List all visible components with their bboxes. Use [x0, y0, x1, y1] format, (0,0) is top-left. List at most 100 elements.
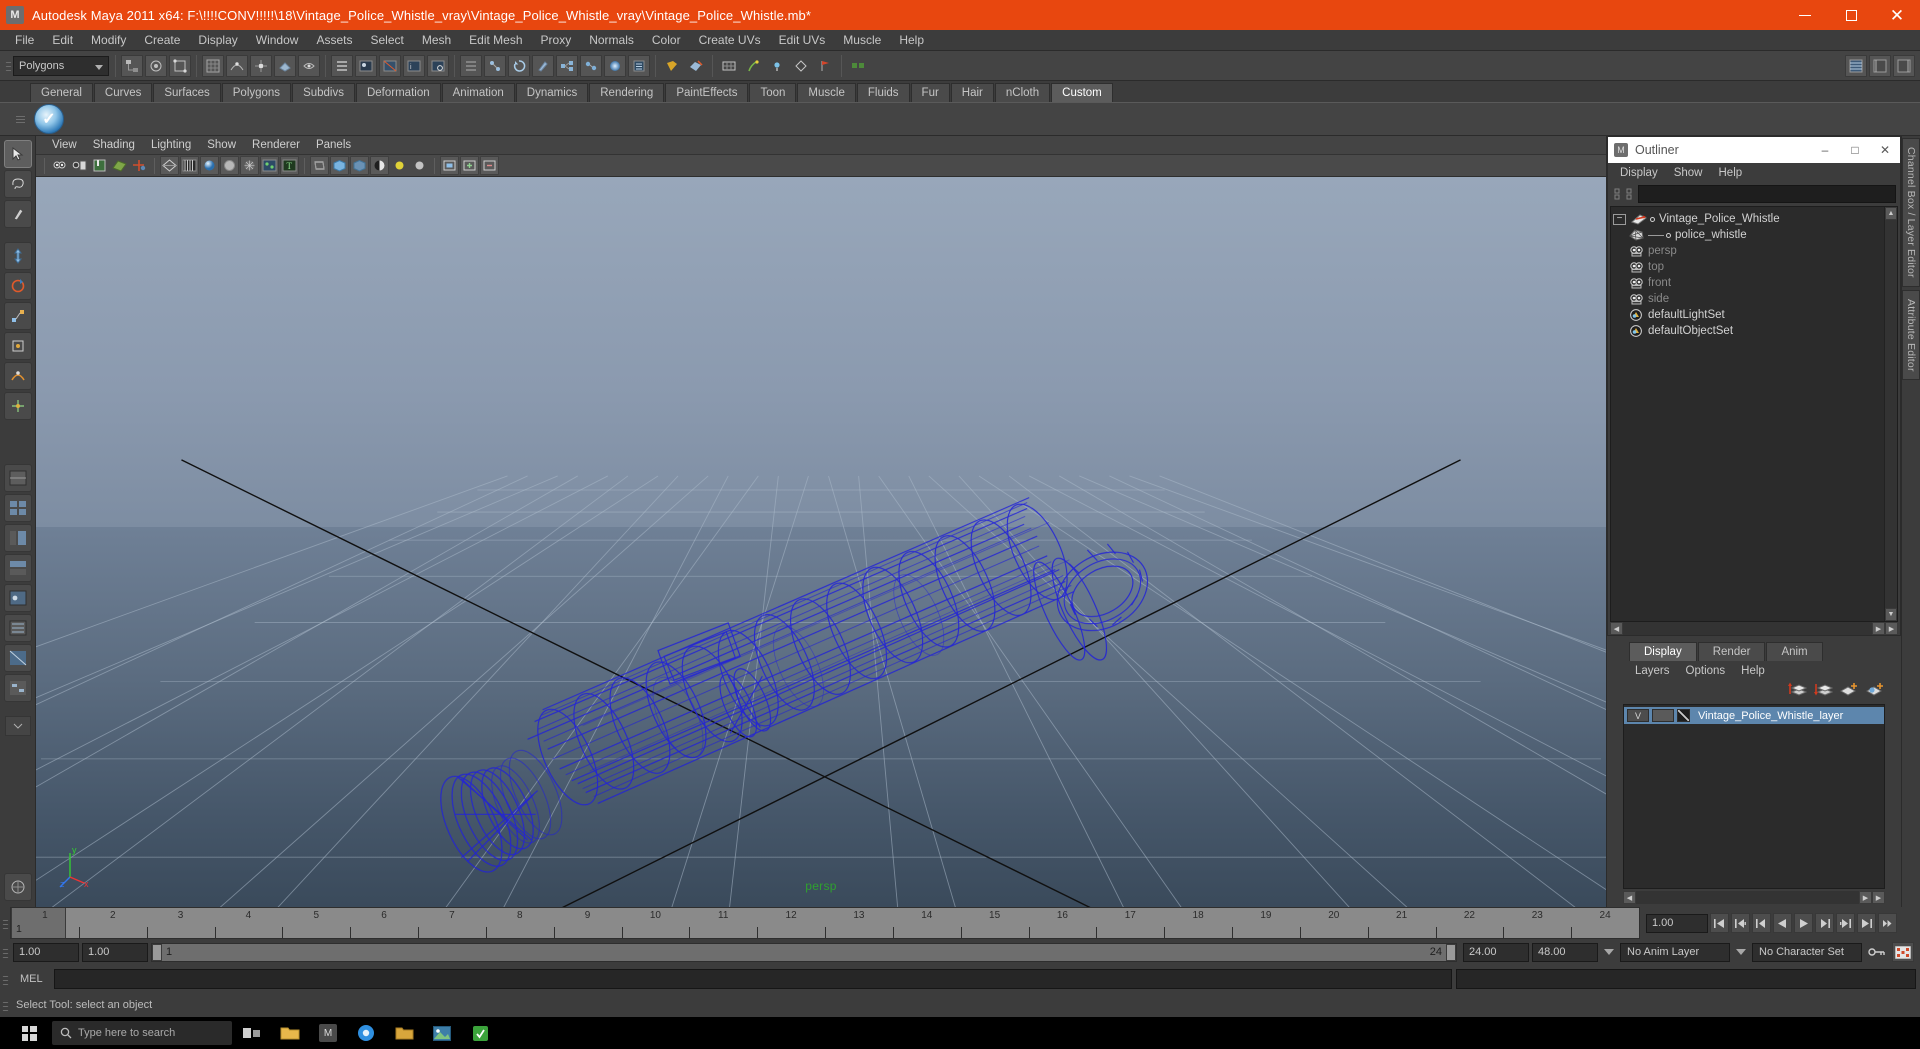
- texture-display-icon[interactable]: [260, 156, 279, 175]
- isolate-select-add-icon[interactable]: [460, 156, 479, 175]
- grid-display-icon[interactable]: [718, 55, 740, 77]
- create-layer-from-selected-icon[interactable]: [1865, 681, 1885, 702]
- tab-anim[interactable]: Anim: [1766, 642, 1823, 661]
- command-line-language-label[interactable]: MEL: [14, 973, 50, 985]
- select-camera-icon[interactable]: [50, 156, 69, 175]
- show-manipulator-icon[interactable]: [3, 392, 32, 420]
- move-layer-down-icon[interactable]: [1814, 681, 1834, 702]
- outliner-minimize-button[interactable]: –: [1810, 137, 1840, 163]
- outliner-item-default-object-set[interactable]: defaultObjectSet: [1611, 323, 1884, 339]
- snap-to-view-plane-icon[interactable]: [274, 54, 296, 77]
- outliner-scroll-down-icon[interactable]: ▼: [1885, 608, 1897, 621]
- outliner-item-vintage-police-whistle[interactable]: − Vintage_Police_Whistle: [1611, 211, 1884, 227]
- outliner-maximize-button[interactable]: □: [1840, 137, 1870, 163]
- paint-effects-icon[interactable]: [742, 55, 764, 77]
- step-forward-frame-icon[interactable]: [1815, 913, 1834, 933]
- viewport-menu-shading[interactable]: Shading: [85, 138, 143, 152]
- shelf-tab-ncloth[interactable]: nCloth: [994, 83, 1051, 102]
- outliner-menu-show[interactable]: Show: [1666, 166, 1711, 180]
- single-perspective-layout-icon[interactable]: [3, 464, 32, 492]
- layer-menu-help[interactable]: Help: [1733, 664, 1773, 678]
- animation-preferences-icon[interactable]: [1892, 942, 1914, 962]
- wireframe-shading-icon[interactable]: [160, 156, 179, 175]
- range-slider-right-handle[interactable]: [1446, 943, 1456, 961]
- auto-keyframe-toggle-icon[interactable]: [1865, 942, 1889, 962]
- shelf-tab-fluids[interactable]: Fluids: [856, 83, 910, 102]
- outliner-vertical-scrollbar[interactable]: ▲ ▼: [1884, 207, 1897, 621]
- anim-layer-dropdown-arrow[interactable]: [1601, 943, 1617, 962]
- shelf-tab-general[interactable]: General: [30, 83, 93, 102]
- animation-start-field[interactable]: 1.00: [82, 942, 148, 962]
- last-tool-used-icon[interactable]: [3, 422, 32, 450]
- no-live-surface-icon[interactable]: [661, 55, 683, 77]
- step-forward-keyframe-icon[interactable]: [1836, 913, 1855, 933]
- hypershade-icon[interactable]: [604, 54, 626, 77]
- outliner-item-side[interactable]: side: [1611, 291, 1884, 307]
- help-line-grip[interactable]: [0, 1000, 10, 1011]
- shelf-tab-toon[interactable]: Toon: [749, 83, 797, 102]
- menu-help[interactable]: Help: [890, 31, 933, 49]
- persp-uv-layout-icon[interactable]: [3, 644, 32, 672]
- outliner-hscroll-track[interactable]: [1623, 622, 1872, 635]
- move-tool-icon[interactable]: [3, 242, 32, 270]
- snap-to-curve-icon[interactable]: [226, 54, 248, 77]
- start-button-icon[interactable]: [8, 1017, 50, 1049]
- ipr-render-icon[interactable]: i: [403, 54, 425, 77]
- shelf-tab-curves[interactable]: Curves: [93, 83, 153, 102]
- current-frame-field[interactable]: 1.00: [1646, 913, 1708, 933]
- shelf-tab-muscle[interactable]: Muscle: [797, 83, 856, 102]
- shelf-tab-animation[interactable]: Animation: [441, 83, 515, 102]
- command-line-input[interactable]: [54, 969, 1452, 989]
- menu-edit-uvs[interactable]: Edit UVs: [770, 31, 835, 49]
- show-tool-settings-icon[interactable]: [1893, 54, 1915, 77]
- character-set-dropdown-arrow[interactable]: [1733, 943, 1749, 962]
- persp-relationship-layout-icon[interactable]: [3, 674, 32, 702]
- use-default-material-icon[interactable]: [330, 156, 349, 175]
- taskbar-search-box[interactable]: Type here to search: [52, 1021, 232, 1045]
- range-slider-grip[interactable]: [0, 947, 10, 958]
- outliner-scroll-end-icon[interactable]: ▶: [1885, 622, 1898, 635]
- outliner-menu-help[interactable]: Help: [1711, 166, 1751, 180]
- layer-row[interactable]: V Vintage_Police_Whistle_layer: [1624, 707, 1884, 724]
- command-line-grip[interactable]: [0, 974, 10, 985]
- isolate-select-icon[interactable]: [440, 156, 459, 175]
- menu-edit[interactable]: Edit: [43, 31, 82, 49]
- outliner-item-front[interactable]: front: [1611, 275, 1884, 291]
- image-viewer-taskbar-icon[interactable]: [424, 1017, 460, 1049]
- output-connections-icon[interactable]: [484, 54, 506, 77]
- render-flag-icon[interactable]: [814, 55, 836, 77]
- xray-shading-icon[interactable]: [350, 156, 369, 175]
- shelf-tab-dynamics[interactable]: Dynamics: [515, 83, 589, 102]
- isolate-select-remove-icon[interactable]: [480, 156, 499, 175]
- menu-create[interactable]: Create: [135, 31, 189, 49]
- anim-layer-dropdown[interactable]: No Anim Layer: [1620, 942, 1730, 962]
- scale-tool-icon[interactable]: [3, 302, 32, 330]
- select-by-object-type-icon[interactable]: [145, 54, 167, 77]
- outliner-filter-icon[interactable]: [1612, 185, 1634, 203]
- outliner-menu-display[interactable]: Display: [1612, 166, 1666, 180]
- show-attribute-editor-icon[interactable]: [1869, 54, 1891, 77]
- shelf-tab-custom[interactable]: Custom: [1051, 83, 1113, 102]
- vtab-attribute-editor[interactable]: Attribute Editor: [1902, 289, 1920, 381]
- menu-mesh[interactable]: Mesh: [413, 31, 460, 49]
- time-slider-grip[interactable]: [0, 907, 10, 939]
- character-set-dropdown[interactable]: No Character Set: [1752, 942, 1862, 962]
- layer-scroll-left-icon[interactable]: ◀: [1623, 891, 1636, 904]
- layer-list-horizontal-scrollbar[interactable]: ◀ ▶ ▶: [1623, 891, 1885, 904]
- minimize-button[interactable]: [1782, 0, 1828, 30]
- layer-scroll-end-icon[interactable]: ▶: [1872, 891, 1885, 904]
- shelf-item-vray-icon[interactable]: ✓: [34, 104, 64, 134]
- outliner-horizontal-scrollbar[interactable]: ◀ ▶ ▶: [1610, 622, 1898, 635]
- layer-name-label[interactable]: Vintage_Police_Whistle_layer: [1698, 710, 1843, 722]
- outliner-scroll-left-icon[interactable]: ◀: [1610, 622, 1623, 635]
- light-icon[interactable]: [766, 55, 788, 77]
- persp-outliner-layout-icon[interactable]: [3, 524, 32, 552]
- layer-visibility-toggle[interactable]: V: [1627, 709, 1649, 722]
- input-connections-icon[interactable]: [460, 54, 482, 77]
- universal-manipulator-icon[interactable]: [3, 332, 32, 360]
- menu-select[interactable]: Select: [361, 31, 412, 49]
- shelf-tab-deformation[interactable]: Deformation: [355, 83, 441, 102]
- playback-end-field[interactable]: 48.00: [1532, 942, 1598, 962]
- create-empty-layer-icon[interactable]: [1839, 681, 1859, 702]
- shelf-tab-subdivs[interactable]: Subdivs: [292, 83, 355, 102]
